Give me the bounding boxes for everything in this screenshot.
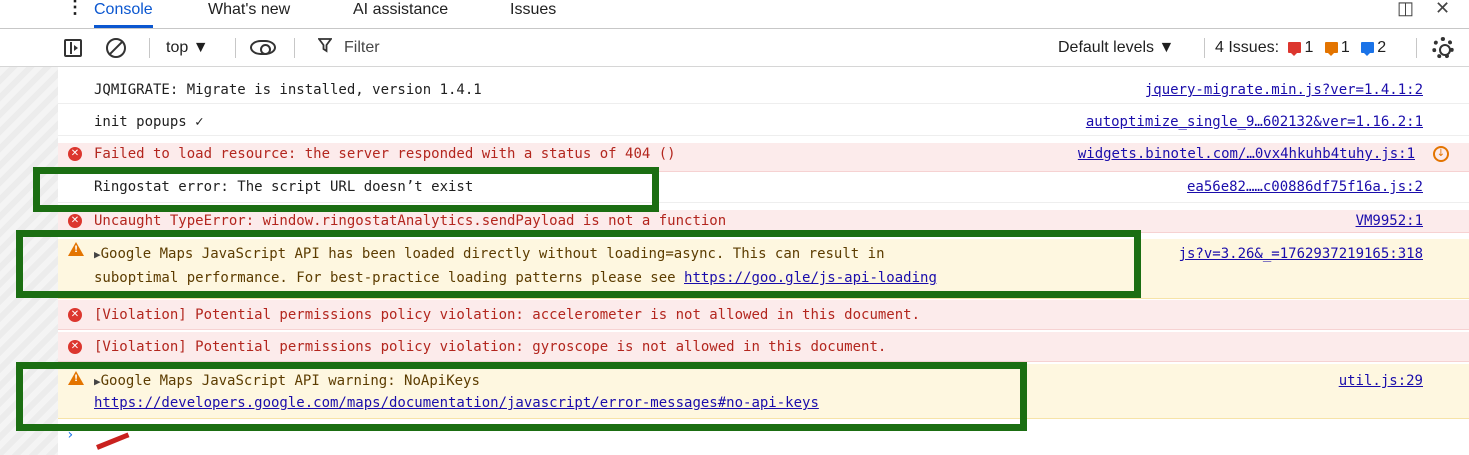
issues-label: 4 Issues: xyxy=(1215,39,1280,56)
warning-issue-icon xyxy=(1324,42,1338,56)
error-icon: ✕ xyxy=(68,340,82,354)
filter-input[interactable] xyxy=(344,35,1044,61)
expand-arrow-icon[interactable]: ▶ xyxy=(94,375,101,388)
page-background xyxy=(0,0,58,455)
close-icon[interactable]: ✕ xyxy=(1435,0,1450,19)
more-tabs-menu-icon[interactable]: ⋮ xyxy=(66,0,84,20)
message-text: Uncaught TypeError: window.ringostatAnal… xyxy=(94,213,727,229)
warning-icon: ! xyxy=(68,242,84,256)
message-text: Google Maps JavaScript API has been load… xyxy=(100,246,885,262)
message-text: Ringostat error: The script URL doesn’t … xyxy=(94,179,474,195)
source-link[interactable]: ea56e82……c00886df75f16a.js:2 xyxy=(1187,176,1423,198)
issues-counter[interactable]: 4 Issues: 1 1 2 xyxy=(1215,37,1386,59)
source-link[interactable]: autoptimize_single_9…602132&ver=1.16.2:1 xyxy=(1086,111,1423,133)
error-issue-count: 1 xyxy=(1304,39,1314,56)
show-sidebar-icon[interactable] xyxy=(64,39,82,57)
console-warning-row: ! ▶Google Maps JavaScript API has been l… xyxy=(58,239,1469,299)
settings-gear-icon[interactable] xyxy=(1432,37,1454,59)
tab-ai-assistance[interactable]: AI assistance xyxy=(353,0,448,28)
tab-issues[interactable]: Issues xyxy=(510,0,556,28)
error-issue-icon xyxy=(1288,42,1302,56)
console-error-row: ✕ [Violation] Potential permissions poli… xyxy=(58,332,1469,362)
devtools-tab-bar: ⋮ Console What's new AI assistance Issue… xyxy=(0,0,1469,29)
message-text: init popups ✓ xyxy=(94,114,204,130)
toolbar-divider xyxy=(1204,38,1205,58)
message-text: [Violation] Potential permissions policy… xyxy=(94,307,921,323)
log-levels-dropdown[interactable]: Default levels ▼ xyxy=(1058,37,1174,59)
info-issue-count: 2 xyxy=(1377,39,1387,56)
message-text: Google Maps JavaScript API warning: NoAp… xyxy=(100,373,480,389)
toolbar-divider xyxy=(149,38,150,58)
source-link[interactable]: widgets.binotel.com/…0vx4hkuhb4tuhy.js:1 xyxy=(1078,143,1415,165)
docs-link[interactable]: https://goo.gle/js-api-loading xyxy=(684,270,937,286)
message-text: Failed to load resource: the server resp… xyxy=(94,146,676,162)
toolbar-divider xyxy=(294,38,295,58)
warning-icon: ! xyxy=(68,371,84,385)
console-message-row: Ringostat error: The script URL doesn’t … xyxy=(58,176,1469,203)
console-warning-row: ! ▶Google Maps JavaScript API warning: N… xyxy=(58,364,1469,419)
context-selector[interactable]: top ▼ xyxy=(166,37,209,59)
message-line[interactable]: ▶Google Maps JavaScript API warning: NoA… xyxy=(94,370,480,393)
message-line[interactable]: ▶Google Maps JavaScript API has been loa… xyxy=(94,243,885,266)
console-error-row: ✕ Failed to load resource: the server re… xyxy=(58,143,1469,172)
message-line: suboptimal performance. For best-practic… xyxy=(94,267,937,289)
filter-icon xyxy=(317,37,333,58)
console-error-row: ✕ Uncaught TypeError: window.ringostatAn… xyxy=(58,210,1469,233)
tab-console[interactable]: Console xyxy=(94,0,153,28)
console-message-row: init popups ✓ autoptimize_single_9…60213… xyxy=(58,111,1469,136)
tab-whats-new[interactable]: What's new xyxy=(208,0,290,28)
error-icon: ✕ xyxy=(68,147,82,161)
source-link[interactable]: util.js:29 xyxy=(1339,370,1423,392)
console-message-row: JQMIGRATE: Migrate is installed, version… xyxy=(58,79,1469,104)
error-icon: ✕ xyxy=(68,308,82,322)
live-expression-eye-icon[interactable] xyxy=(250,40,276,55)
warning-issue-count: 1 xyxy=(1340,39,1350,56)
network-request-icon[interactable]: ↓ xyxy=(1433,146,1449,162)
dock-side-icon[interactable]: ◫ xyxy=(1397,0,1414,19)
toolbar-divider xyxy=(235,38,236,58)
error-icon: ✕ xyxy=(68,214,82,228)
toolbar-divider xyxy=(1416,38,1417,58)
console-toolbar: top ▼ Default levels ▼ 4 Issues: 1 1 2 xyxy=(0,29,1469,67)
message-text: JQMIGRATE: Migrate is installed, version… xyxy=(94,82,482,98)
devtools-panel: ⋮ Console What's new AI assistance Issue… xyxy=(0,0,1469,455)
console-prompt[interactable]: › xyxy=(66,427,74,443)
message-text: suboptimal performance. For best-practic… xyxy=(94,270,685,286)
message-line: https://developers.google.com/maps/docum… xyxy=(94,392,819,414)
info-issue-icon xyxy=(1361,42,1375,56)
source-link[interactable]: jquery-migrate.min.js?ver=1.4.1:2 xyxy=(1145,79,1423,101)
clear-console-icon[interactable] xyxy=(106,38,126,58)
message-text: [Violation] Potential permissions policy… xyxy=(94,339,887,355)
source-link[interactable]: js?v=3.26&_=1762937219165:318 xyxy=(1179,243,1423,265)
console-error-row: ✕ [Violation] Potential permissions poli… xyxy=(58,300,1469,330)
docs-link[interactable]: https://developers.google.com/maps/docum… xyxy=(94,395,819,411)
expand-arrow-icon[interactable]: ▶ xyxy=(94,248,101,261)
source-link[interactable]: VM9952:1 xyxy=(1356,210,1423,232)
